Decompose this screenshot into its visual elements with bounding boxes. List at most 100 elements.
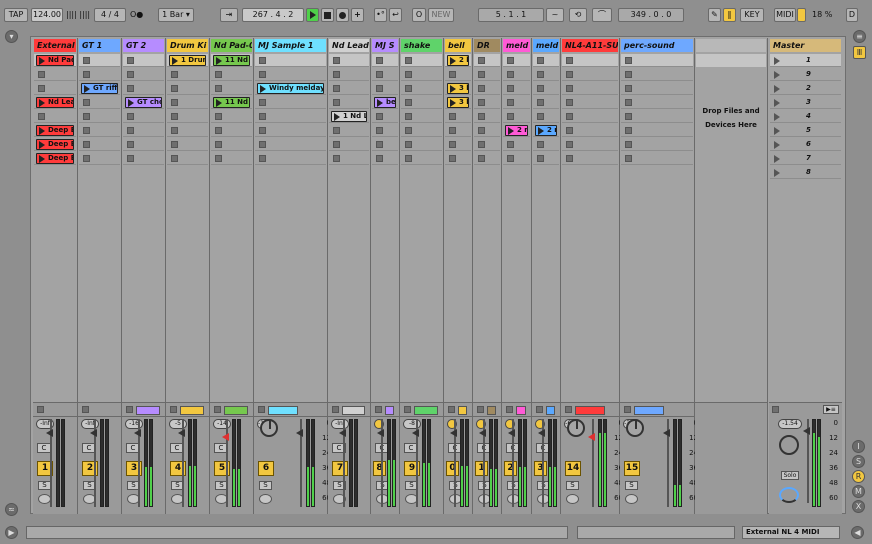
clip-slot[interactable] [123,138,164,151]
clip-stop-button[interactable] [405,155,412,162]
scene-play-icon[interactable] [774,57,780,65]
solo-button[interactable]: S [259,481,272,490]
clip[interactable]: GT chor [125,97,162,108]
clip-play-icon[interactable] [450,57,456,65]
clip-slot[interactable]: Nd Lead [34,96,76,109]
help-view-icon[interactable]: ≈ [5,503,18,516]
scene-play-icon[interactable] [774,85,780,93]
track-title[interactable]: GT 1 [79,39,120,52]
clip-slot[interactable] [533,138,559,151]
clip-slot[interactable] [372,82,398,95]
returns-toggle-icon[interactable]: R [852,470,865,483]
clip-slot[interactable] [503,110,530,123]
track-activator-button[interactable]: 6 [258,461,274,476]
volume-fader[interactable] [450,419,460,507]
clip-slot[interactable] [445,152,471,165]
track-stop-button[interactable] [375,406,382,413]
clip-slot[interactable]: 11 Nd P [211,96,252,109]
volume-fader[interactable] [339,419,349,507]
fader-handle[interactable] [588,433,595,441]
stop-button[interactable] [321,8,334,22]
clip-stop-button[interactable] [83,127,90,134]
clip-stop-button[interactable] [537,85,544,92]
clip-slot[interactable] [255,124,326,137]
clip[interactable]: Deep B [36,139,74,150]
clip-stop-button[interactable] [449,155,456,162]
scene-play-icon[interactable] [774,99,780,107]
clip-slot[interactable]: 3 be [445,96,471,109]
clip-stop-button[interactable] [478,57,485,64]
clip-slot[interactable]: Windy melday [255,82,326,95]
clip-slot[interactable] [503,96,530,109]
clip-play-icon[interactable] [538,127,544,135]
clip-slot[interactable] [445,124,471,137]
clip[interactable]: Nd Pad [36,55,74,66]
volume-fader[interactable] [46,419,56,507]
clip-play-icon[interactable] [39,99,45,107]
clip-stop-button[interactable] [566,71,573,78]
clip-slot[interactable] [562,82,618,95]
clip-slot[interactable] [445,138,471,151]
track-stop-button[interactable] [214,406,221,413]
clip-stop-button[interactable] [507,85,514,92]
clip-stop-button[interactable] [405,57,412,64]
clip-stop-button[interactable] [566,85,573,92]
clip-stop-button[interactable] [127,71,134,78]
clip-slot[interactable] [474,138,500,151]
clip-slot[interactable] [329,68,369,81]
clip-stop-button[interactable] [171,141,178,148]
clip[interactable]: 3 be [447,83,469,94]
clip-slot[interactable] [562,124,618,137]
clip[interactable]: GT riff [81,83,118,94]
clip-slot[interactable] [474,152,500,165]
clip-slot[interactable] [167,152,208,165]
overdub-button[interactable]: + [351,8,364,22]
clip-slot[interactable]: 1 Drum [167,54,208,67]
scene-launch[interactable]: 5 [770,124,841,137]
clip-stop-button[interactable] [333,99,340,106]
clip-slot[interactable] [445,110,471,123]
scene-launch[interactable]: 9 [770,68,841,81]
clip-stop-button[interactable] [376,155,383,162]
fader-handle[interactable] [479,429,486,437]
clip-slot[interactable] [79,110,120,123]
fader-handle[interactable] [450,429,457,437]
clip-slot[interactable]: Deep B [34,152,76,165]
track-stop-button[interactable] [126,406,133,413]
browser-toggle-icon[interactable]: ▾ [5,30,18,43]
clip-slot[interactable] [79,68,120,81]
clip-slot[interactable] [167,110,208,123]
clip-slot[interactable]: GT chor [123,96,164,109]
clip[interactable]: 11 Nd P [213,55,250,66]
loop-length-field[interactable]: 349 . 0 . 0 [618,8,684,22]
clip-stop-button[interactable] [171,113,178,120]
clip[interactable]: 1 Drum [169,55,206,66]
clip-slot[interactable]: Deep B [34,138,76,151]
clip-stop-button[interactable] [537,57,544,64]
crossfader-toggle-icon[interactable]: X [852,500,865,513]
clip-stop-button[interactable] [405,127,412,134]
nudge-icons[interactable]: |||| |||| [66,8,90,22]
clip-slot[interactable] [255,152,326,165]
draw-mode-icon[interactable]: ✎ [708,8,721,22]
clip-stop-button[interactable] [405,71,412,78]
clip-stop-button[interactable] [376,141,383,148]
solo-button[interactable]: S [566,481,579,490]
clip-stop-button[interactable] [333,71,340,78]
stop-all-clips-button[interactable] [772,406,779,413]
clip-slot[interactable] [167,124,208,137]
punch-out-icon[interactable]: ⌒ [592,8,612,22]
volume-fader[interactable] [377,419,387,507]
clip-slot[interactable] [503,82,530,95]
clip-slot[interactable] [79,152,120,165]
clip-slot[interactable] [401,96,442,109]
clip[interactable]: 2 m [505,125,528,136]
clip-stop-button[interactable] [405,99,412,106]
clip-stop-button[interactable] [215,127,222,134]
clip-stop-button[interactable] [405,85,412,92]
clip-slot[interactable]: 2 be [445,54,471,67]
clip-slot[interactable] [211,82,252,95]
master-title[interactable]: Master [770,39,841,52]
clip-slot[interactable] [167,96,208,109]
midi-map-button[interactable]: MIDI [774,8,796,22]
